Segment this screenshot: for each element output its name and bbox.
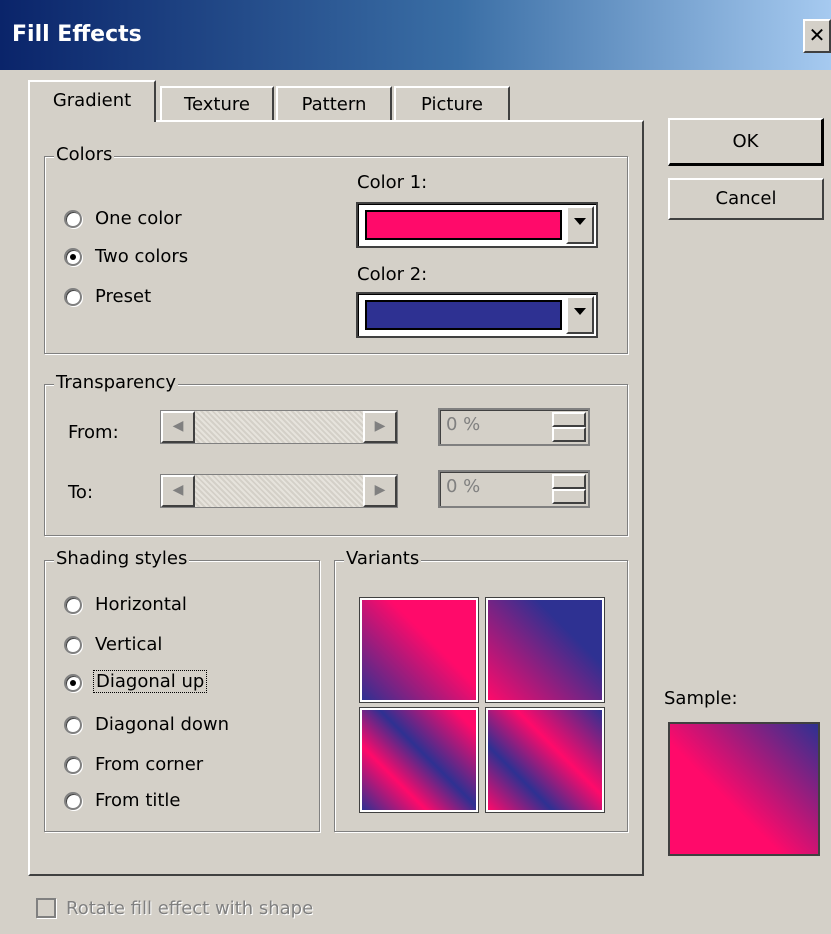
rotate-fill-label: Rotate fill effect with shape	[66, 898, 314, 919]
color2-swatch	[365, 300, 562, 330]
diagonal-up-label[interactable]: Diagonal up	[93, 670, 208, 693]
color2-dropdown-button[interactable]	[566, 296, 594, 334]
variant-4[interactable]	[486, 708, 604, 812]
scroll-right-icon[interactable]: ▶	[363, 411, 397, 443]
variant-3[interactable]	[360, 708, 478, 812]
cancel-label: Cancel	[715, 188, 777, 209]
rotate-fill-checkbox[interactable]	[36, 898, 56, 918]
ok-label: OK	[732, 131, 759, 152]
sample-preview	[668, 722, 820, 856]
scroll-left-icon[interactable]: ◀	[161, 411, 195, 443]
variants-group-label: Variants	[344, 548, 422, 569]
variant-1[interactable]	[360, 598, 478, 702]
spin-up-icon[interactable]	[552, 474, 586, 489]
scroll-right-icon[interactable]: ▶	[363, 475, 397, 507]
title-bar: Fill Effects ✕	[0, 0, 831, 70]
tab-pattern-label: Pattern	[301, 94, 367, 115]
sample-label: Sample:	[664, 688, 738, 709]
dialog-title: Fill Effects	[12, 22, 142, 47]
one-color-radio[interactable]	[64, 210, 82, 228]
from-corner-radio[interactable]	[64, 756, 82, 774]
color1-swatch	[365, 210, 562, 240]
horizontal-label[interactable]: Horizontal	[95, 594, 187, 615]
color1-label: Color 1:	[357, 172, 428, 193]
vertical-label[interactable]: Vertical	[95, 634, 162, 655]
chevron-down-icon	[574, 218, 586, 225]
transparency-from-slider[interactable]: ◀ ▶	[160, 410, 398, 444]
diagonal-down-radio[interactable]	[64, 716, 82, 734]
two-colors-label[interactable]: Two colors	[95, 246, 188, 267]
color1-dropdown[interactable]	[356, 202, 598, 248]
from-title-label[interactable]: From title	[95, 790, 181, 811]
spin-down-icon[interactable]	[552, 489, 586, 504]
ok-button[interactable]: OK	[668, 118, 824, 166]
tab-texture-label: Texture	[184, 94, 250, 115]
color1-dropdown-button[interactable]	[566, 206, 594, 244]
scroll-left-icon[interactable]: ◀	[161, 475, 195, 507]
shading-styles-group-label: Shading styles	[54, 548, 190, 569]
transparency-from-track[interactable]	[195, 411, 363, 443]
from-corner-label[interactable]: From corner	[95, 754, 203, 775]
transparency-to-slider[interactable]: ◀ ▶	[160, 474, 398, 508]
transparency-to-field[interactable]: 0 %	[438, 470, 590, 508]
horizontal-radio[interactable]	[64, 596, 82, 614]
two-colors-radio[interactable]	[64, 248, 82, 266]
chevron-down-icon	[574, 308, 586, 315]
transparency-group	[44, 384, 628, 536]
color2-dropdown[interactable]	[356, 292, 598, 338]
tab-gradient[interactable]: Gradient	[28, 80, 156, 122]
from-title-radio[interactable]	[64, 792, 82, 810]
variant-2[interactable]	[486, 598, 604, 702]
cancel-button[interactable]: Cancel	[668, 178, 824, 220]
transparency-from-field[interactable]: 0 %	[438, 408, 590, 446]
transparency-from-label: From:	[68, 422, 119, 443]
transparency-group-label: Transparency	[54, 372, 179, 393]
transparency-to-label: To:	[68, 482, 94, 503]
preset-label[interactable]: Preset	[95, 286, 151, 307]
diagonal-up-radio[interactable]	[64, 674, 82, 692]
transparency-to-value: 0 %	[446, 476, 481, 497]
close-button[interactable]: ✕	[803, 19, 831, 53]
spin-down-icon[interactable]	[552, 427, 586, 442]
color2-label: Color 2:	[357, 264, 428, 285]
tab-picture-label: Picture	[421, 94, 483, 115]
diagonal-down-label[interactable]: Diagonal down	[95, 714, 229, 735]
spin-up-icon[interactable]	[552, 412, 586, 427]
transparency-to-track[interactable]	[195, 475, 363, 507]
preset-radio[interactable]	[64, 288, 82, 306]
tab-pattern[interactable]: Pattern	[276, 86, 392, 122]
tab-picture[interactable]: Picture	[394, 86, 510, 122]
vertical-radio[interactable]	[64, 636, 82, 654]
tab-gradient-label: Gradient	[52, 90, 132, 111]
one-color-label[interactable]: One color	[95, 208, 182, 229]
colors-group-label: Colors	[54, 144, 115, 165]
close-icon: ✕	[808, 23, 826, 47]
transparency-from-value: 0 %	[446, 414, 481, 435]
tab-texture[interactable]: Texture	[160, 86, 274, 122]
